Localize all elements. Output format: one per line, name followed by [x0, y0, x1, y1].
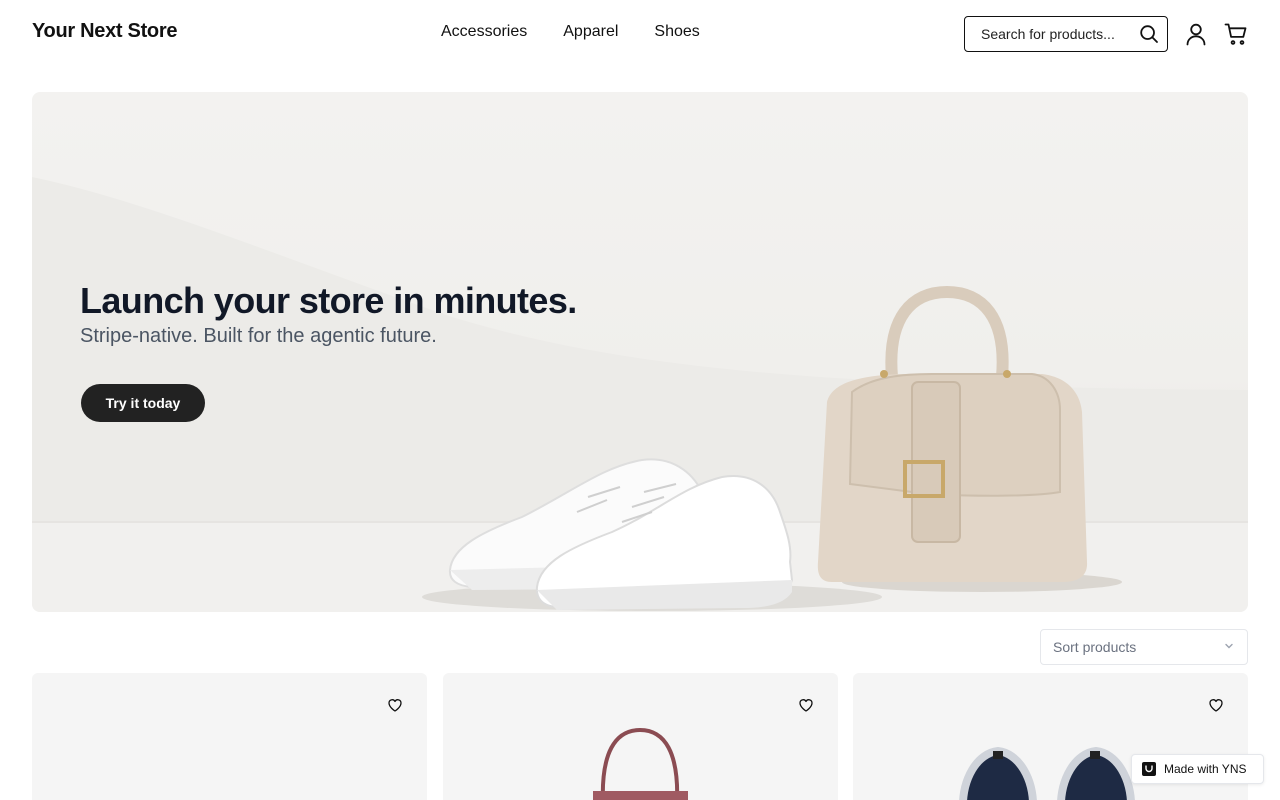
hero-subtitle: Stripe-native. Built for the agentic fut… — [80, 325, 437, 347]
heart-icon[interactable] — [387, 697, 403, 713]
badge-label: Made with YNS — [1164, 762, 1247, 776]
sort-products-select[interactable]: Sort products — [1040, 629, 1248, 665]
product-card[interactable] — [32, 673, 427, 800]
hero-image — [32, 177, 1248, 612]
cart-icon[interactable] — [1224, 22, 1248, 46]
hero-banner: Launch your store in minutes. Stripe-nat… — [32, 92, 1248, 612]
heart-icon[interactable] — [798, 697, 814, 713]
chevron-down-icon — [1223, 639, 1235, 655]
search-icon[interactable] — [1139, 24, 1159, 44]
search-input[interactable] — [981, 26, 1131, 42]
heart-icon[interactable] — [1208, 697, 1224, 713]
site-header: Your Next Store Accessories Apparel Shoe… — [0, 0, 1280, 68]
user-icon[interactable] — [1184, 22, 1208, 46]
hero-title: Launch your store in minutes. — [80, 280, 577, 321]
main-nav: Accessories Apparel Shoes — [441, 23, 700, 41]
store-logo[interactable]: Your Next Store — [32, 20, 177, 43]
made-with-yns-badge[interactable]: Made with YNS — [1131, 754, 1264, 784]
try-it-today-button[interactable]: Try it today — [81, 384, 205, 422]
nav-link-shoes[interactable]: Shoes — [654, 23, 699, 41]
search-box[interactable] — [964, 16, 1168, 52]
yns-logo-icon — [1142, 762, 1156, 776]
tote-bag-image — [593, 727, 688, 800]
nav-link-apparel[interactable]: Apparel — [563, 23, 618, 41]
nav-link-accessories[interactable]: Accessories — [441, 23, 527, 41]
product-card[interactable] — [443, 673, 838, 800]
sort-label: Sort products — [1053, 639, 1137, 655]
